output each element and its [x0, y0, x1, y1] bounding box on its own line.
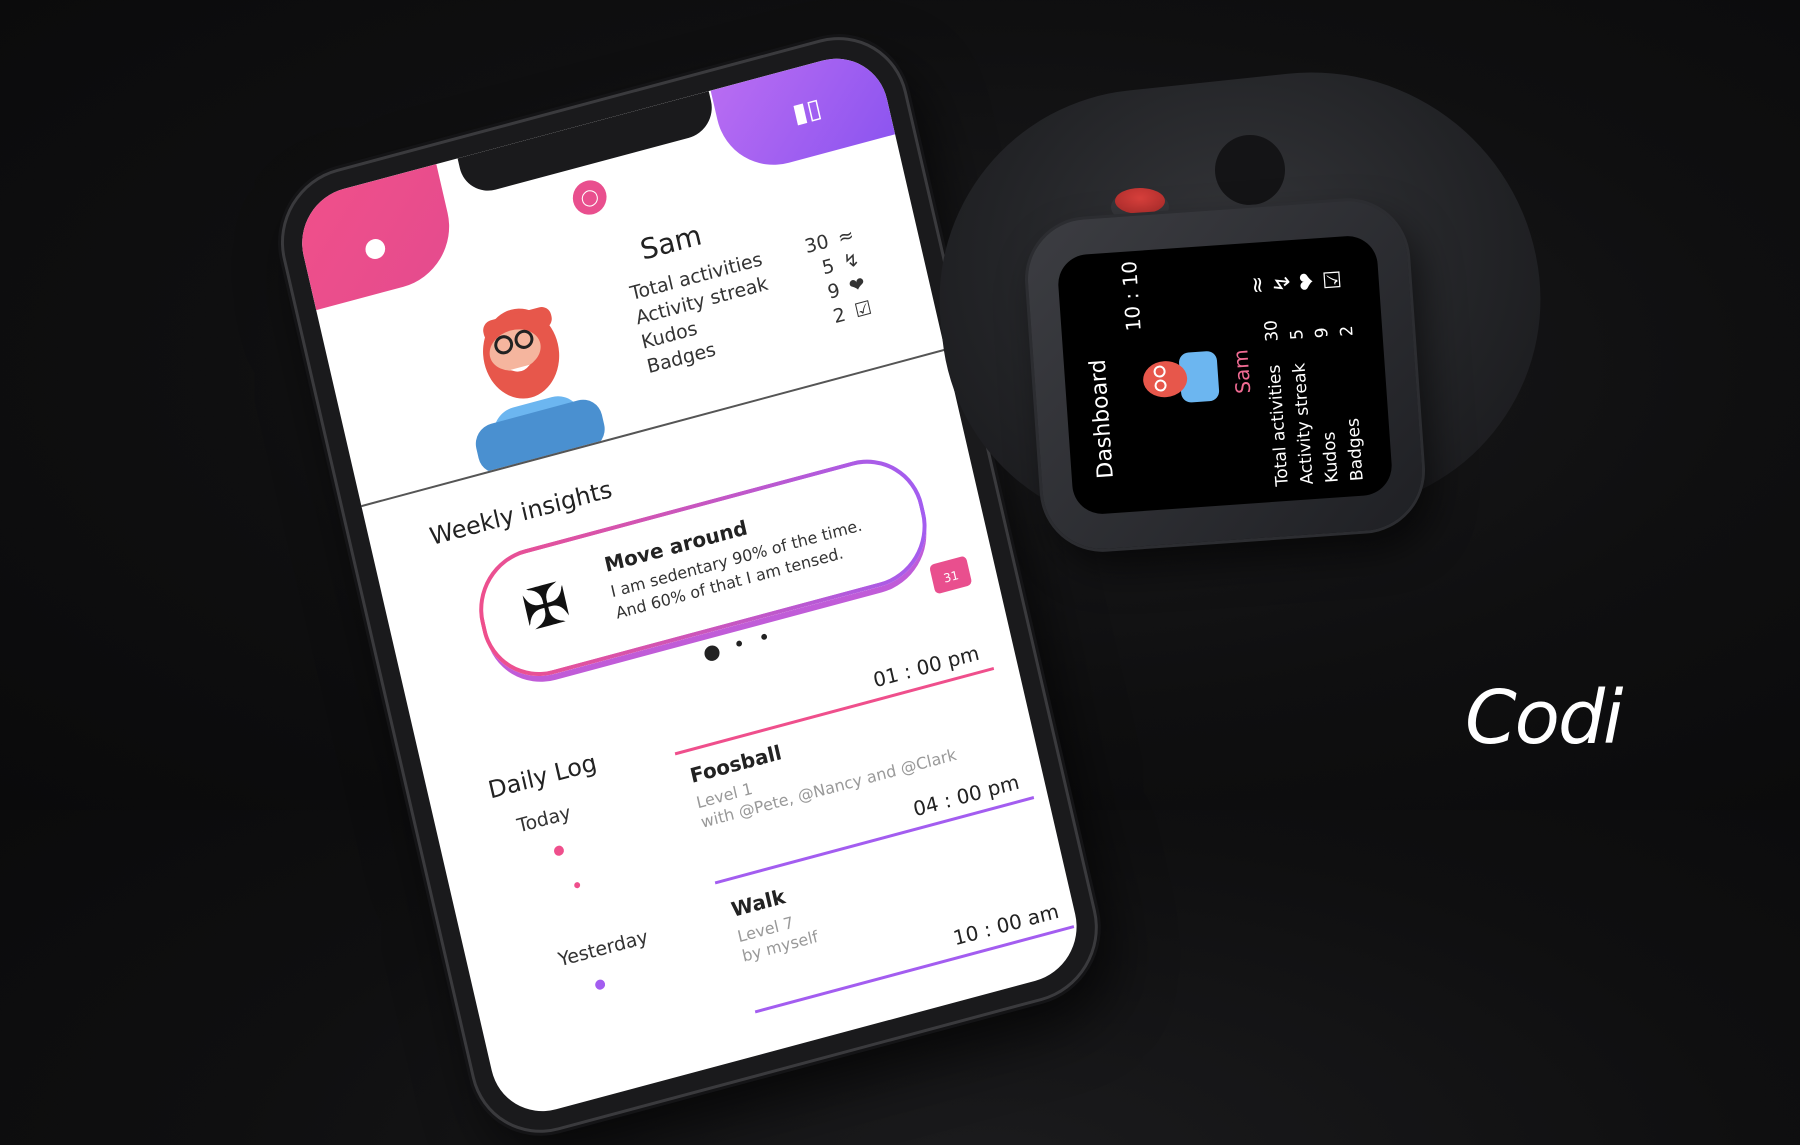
profile-tab[interactable]: ●: [291, 164, 462, 311]
log-line-pink: [674, 667, 995, 756]
app-logo-icon: ◯: [569, 176, 610, 219]
user-icon: ●: [360, 230, 390, 266]
watch-time: 10 : 10: [1116, 260, 1146, 333]
watch-stat-label: Activity streak: [1289, 362, 1318, 486]
watch-screen: Dashboard 10 : 10 Sam Total activities A…: [1056, 234, 1394, 516]
profile-name: Sam: [637, 218, 705, 267]
stretching-person-icon: ✠: [516, 569, 577, 645]
watch-stat-value: 2: [1336, 324, 1358, 338]
watch-stat-label: Kudos: [1319, 431, 1343, 484]
stat-value: 2: [831, 303, 848, 329]
stats-tab[interactable]: ▮▯: [710, 46, 896, 179]
watch-stat-value: 30: [1261, 319, 1283, 343]
lightning-icon: ↯: [841, 248, 862, 274]
watch-title: Dashboard: [1085, 358, 1119, 480]
timeline-dot: [594, 978, 607, 991]
daily-log-title: Daily Log: [485, 748, 600, 805]
watch-stat-label: Total activities: [1264, 364, 1293, 487]
watch-profile-name: Sam: [1228, 348, 1256, 395]
heart-hand-icon: ❤: [846, 272, 868, 299]
watch-avatar: [1143, 351, 1220, 403]
zigzag-icon: ≈: [1244, 274, 1272, 296]
avatar: [475, 306, 605, 474]
watch-crown[interactable]: [1115, 188, 1165, 214]
zigzag-icon: ≈: [835, 223, 857, 250]
brand-logo: Codi: [1465, 675, 1623, 761]
trophy-icon: ☑: [1320, 268, 1347, 291]
watch-stat-value: 5: [1286, 328, 1308, 341]
trophy-icon: ☑: [852, 296, 874, 323]
lightning-icon: ↯: [1269, 273, 1297, 294]
watch-stat-value: 9: [1311, 326, 1333, 339]
timeline-dot: [553, 844, 565, 857]
strap-hole: [1215, 135, 1285, 205]
heart-hand-icon: ❤: [1294, 271, 1322, 292]
watch-stat-label: Badges: [1343, 417, 1368, 482]
timeline-dot: [573, 881, 581, 889]
bar-chart-icon: ▮▯: [789, 92, 825, 130]
log-day: Today: [515, 801, 574, 838]
log-day: Yesterday: [556, 925, 651, 972]
watch-mockup: Dashboard 10 : 10 Sam Total activities A…: [918, 49, 1562, 580]
